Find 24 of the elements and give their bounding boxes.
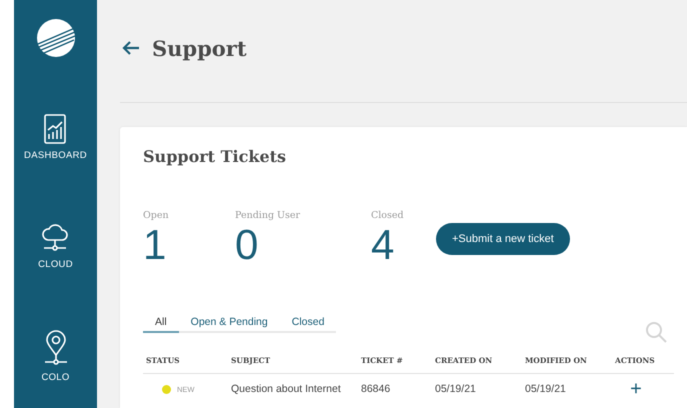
cloud-icon <box>42 221 68 253</box>
stat-label: Closed <box>371 210 405 221</box>
sidebar-item[interactable]: CLOUD <box>38 221 73 270</box>
submit-ticket-button[interactable]: +Submit a new ticket <box>436 223 570 255</box>
add-action-button[interactable]: + <box>627 378 645 398</box>
filter-tab[interactable]: Closed <box>280 316 336 333</box>
sidebar-item[interactable]: DASHBOARD <box>24 114 87 161</box>
stat-value: 0 <box>235 223 260 267</box>
logo-icon <box>36 18 76 58</box>
location-pin-icon <box>42 330 68 366</box>
card-title: Support Tickets <box>143 147 288 166</box>
chart-icon <box>44 114 66 144</box>
stat-label: Open <box>143 210 170 221</box>
filter-tab[interactable]: Open & Pending <box>178 316 280 333</box>
page-title: Support <box>152 36 247 60</box>
filter-tab[interactable]: All <box>143 316 179 333</box>
subject-cell-text: Question about Internet <box>231 383 342 395</box>
stat-label: Pending User <box>235 210 302 221</box>
date-cell-text: 05/19/21 <box>525 383 567 395</box>
back-arrow-icon[interactable] <box>122 40 140 56</box>
stat-value: 1 <box>143 223 168 267</box>
sidebar-item[interactable]: COLO <box>41 330 70 383</box>
ticket-cell-text: 86846 <box>361 383 392 395</box>
date-cell-text: 05/19/21 <box>435 383 477 395</box>
